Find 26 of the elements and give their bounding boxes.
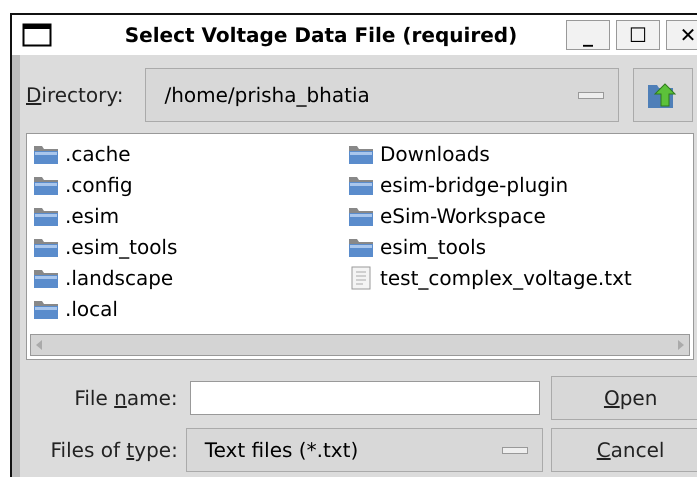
file-item[interactable]: esim-bridge-plugin — [380, 172, 568, 196]
file-item[interactable]: test_complex_voltage.txt — [380, 266, 632, 290]
file-name-label: File name: — [73, 386, 178, 410]
file-type-label: Files of type: — [50, 438, 178, 462]
open-button[interactable]: Open — [551, 376, 697, 420]
file-item[interactable]: eSim-Workspace — [380, 204, 546, 228]
file-type-combo[interactable]: Text files (*.txt) — [186, 428, 544, 472]
file-item[interactable]: .cache — [65, 142, 131, 166]
file-item[interactable]: .esim_tools — [65, 234, 178, 258]
minimize-button[interactable]: _ — [566, 20, 610, 50]
file-name-field[interactable] — [190, 381, 540, 415]
window-icon — [22, 23, 52, 47]
window-title: Select Voltage Data File (required) — [124, 23, 518, 47]
file-item[interactable]: .local — [65, 296, 118, 320]
file-item[interactable]: Downloads — [380, 142, 490, 166]
cancel-button[interactable]: Cancel — [551, 428, 697, 472]
maximize-button[interactable]: ☐ — [616, 20, 660, 50]
file-item[interactable]: .esim — [65, 204, 120, 228]
horizontal-scrollbar[interactable] — [30, 334, 690, 356]
file-item[interactable]: esim_tools — [380, 234, 486, 258]
parent-directory-button[interactable] — [633, 68, 694, 122]
file-item[interactable]: .landscape — [65, 266, 174, 290]
directory-label: Directory: — [26, 83, 124, 107]
directory-combo[interactable]: /home/prisha_bhatia — [145, 68, 620, 122]
close-button[interactable]: ✕ — [666, 20, 697, 50]
file-item[interactable]: .config — [65, 172, 133, 196]
